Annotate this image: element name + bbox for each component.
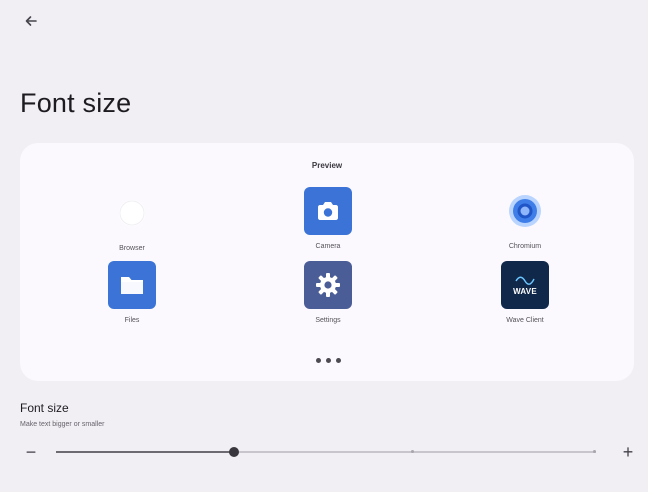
slider-thumb[interactable] <box>229 447 240 457</box>
preview-label: Preview <box>311 161 343 170</box>
arrow-left-icon <box>24 14 38 33</box>
dot <box>316 358 321 363</box>
settings-app: Settings <box>278 261 378 324</box>
chromium-icon <box>501 187 549 235</box>
dot <box>336 358 341 363</box>
files-icon <box>108 261 156 309</box>
settings-label: Settings <box>315 317 341 324</box>
files-label: Files <box>124 317 140 324</box>
decrease-font-button[interactable]: − <box>21 442 41 462</box>
browser-icon <box>108 189 156 237</box>
camera-app: Camera <box>278 187 378 250</box>
font-size-page: Font size Preview Browser Camera Chromiu… <box>0 0 648 492</box>
wave-client-icon: WAVE <box>501 261 549 309</box>
files-app: Files <box>82 261 182 324</box>
slider-step-mark <box>410 450 414 453</box>
chromium-app: Chromium <box>475 187 575 250</box>
browser-app: Browser <box>82 189 182 252</box>
browser-label: Browser <box>119 245 145 252</box>
back-button[interactable] <box>19 11 43 35</box>
wave-client-label: Wave Client <box>506 317 544 324</box>
font-size-setting-subtitle: Make text bigger or smaller <box>20 421 105 428</box>
font-size-setting-title: Font size <box>20 401 69 415</box>
camera-icon <box>304 187 352 235</box>
slider-active-track <box>56 451 235 453</box>
camera-label: Camera <box>315 243 341 250</box>
chromium-label: Chromium <box>508 243 542 250</box>
increase-font-button[interactable]: + <box>618 442 638 462</box>
page-title: Font size <box>20 88 132 118</box>
more-dots-icon <box>316 358 341 363</box>
settings-icon <box>304 261 352 309</box>
dot <box>326 358 331 363</box>
font-size-slider[interactable] <box>56 444 596 460</box>
wave-client-app: WAVE Wave Client <box>475 261 575 324</box>
preview-card: Preview Browser Camera Chromium Files Se… <box>20 143 634 381</box>
slider-step-mark <box>593 450 596 453</box>
wave-logo-text: WAVE <box>513 287 537 296</box>
